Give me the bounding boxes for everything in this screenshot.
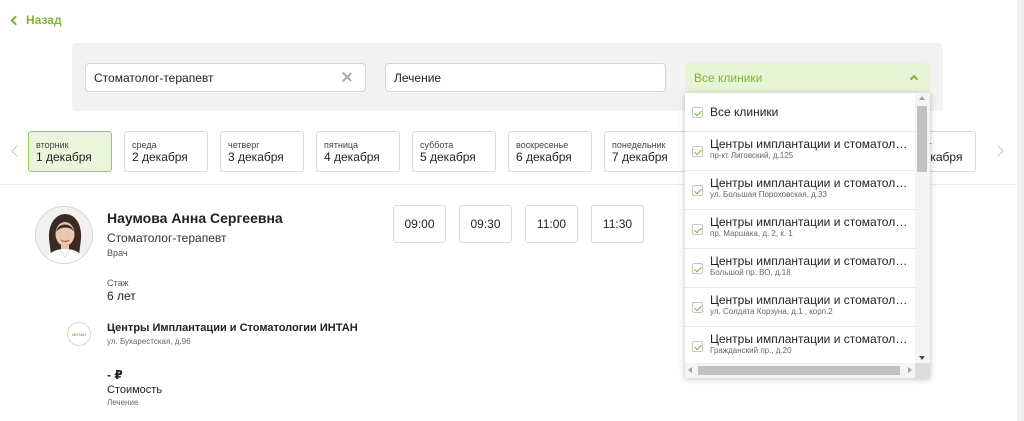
scroll-left-icon[interactable] — [688, 367, 692, 373]
clinic-option-name: Центры имплантации и стоматологии ИНТАН — [710, 215, 908, 229]
checkbox-checked-icon[interactable] — [692, 341, 703, 352]
day-tab[interactable]: четверг 3 декабря — [220, 131, 304, 172]
clinic-address: ул. Бухарестская, д.96 — [107, 337, 191, 346]
clinic-option-address: ул. Большая Пороховская, д.33 — [710, 190, 827, 199]
chevron-up-icon — [909, 74, 919, 84]
day-date: 2 декабря — [132, 150, 188, 164]
clinic-option[interactable]: Центры имплантации и стоматологии ИНТАНу… — [685, 171, 915, 210]
clinic-dropdown: Все клиники Центры имплантации и стомато… — [685, 93, 930, 378]
time-slot-button[interactable]: 09:00 — [393, 205, 446, 243]
clinic-select[interactable]: Все клиники — [685, 63, 930, 92]
clinic-option-address: пр-кт Лиговский, д.125 — [710, 151, 794, 160]
checkbox-checked-icon[interactable] — [692, 107, 703, 118]
price-value: - ₽ — [107, 368, 123, 382]
day-date: 6 декабря — [516, 150, 572, 164]
experience-label: Стаж — [107, 278, 129, 288]
clinic-option[interactable]: Центры имплантации и стоматологии ИНТАНБ… — [685, 249, 915, 288]
clinic-option-name: Центры имплантации и стоматологии ИНТАН — [710, 332, 908, 346]
scroll-right-icon[interactable] — [908, 367, 912, 373]
clinic-select-value: Все клиники — [694, 70, 763, 85]
days-prev-icon[interactable] — [11, 145, 23, 157]
scrollbar-corner — [915, 363, 930, 378]
clinic-option-label: Все клиники — [710, 105, 779, 119]
scroll-thumb[interactable] — [698, 366, 900, 375]
specialty-field[interactable]: Стоматолог-терапевт — [85, 63, 366, 92]
service-value: Лечение — [394, 70, 442, 85]
scroll-up-icon[interactable] — [919, 96, 925, 100]
day-weekday: воскресенье — [516, 140, 569, 150]
clinic-option-address: Гражданский пр., д.20 — [710, 346, 792, 355]
clinic-option[interactable]: Центры имплантации и стоматологии ИНТАНу… — [685, 288, 915, 327]
dropdown-vertical-scrollbar[interactable] — [915, 93, 930, 363]
day-tab[interactable]: понедельник 7 декабря — [604, 131, 688, 172]
clinic-option-all[interactable]: Все клиники — [685, 93, 915, 132]
price-service: Лечение — [107, 398, 139, 407]
day-tab[interactable]: воскресенье 6 декабря — [508, 131, 592, 172]
clinic-option-address: ул. Солдата Корзуна, д.1 , корп.2 — [710, 307, 833, 316]
checkbox-checked-icon[interactable] — [692, 224, 703, 235]
checkbox-checked-icon[interactable] — [692, 263, 703, 274]
checkbox-checked-icon[interactable] — [692, 185, 703, 196]
clinic-logo-text: ИНТАН — [72, 331, 86, 337]
doctor-name[interactable]: Наумова Анна Сергеевна — [107, 210, 283, 226]
chevron-left-icon — [10, 15, 21, 25]
day-date: 7 декабря — [612, 150, 668, 164]
clinic-logo: ИНТАН — [67, 322, 91, 346]
service-field[interactable]: Лечение — [385, 63, 666, 92]
doctor-role: Врач — [107, 248, 128, 258]
back-link[interactable]: Назад — [10, 13, 62, 27]
experience-value: 6 лет — [107, 289, 136, 303]
scroll-thumb[interactable] — [917, 106, 927, 172]
clinic-option[interactable]: Центры имплантации и стоматологии ИНТАНГ… — [685, 327, 915, 363]
time-slot-button[interactable]: 11:30 — [591, 205, 644, 243]
price-label: Стоимость — [107, 384, 163, 396]
checkbox-checked-icon[interactable] — [692, 302, 703, 313]
clear-icon[interactable] — [341, 71, 353, 83]
clinic-option-name: Центры имплантации и стоматологии ИНТАН — [710, 293, 908, 307]
day-date: 1 декабря — [36, 150, 92, 164]
checkbox-checked-icon[interactable] — [692, 146, 703, 157]
page-scrollbar[interactable] — [1017, 0, 1024, 421]
doctor-avatar — [35, 206, 93, 264]
day-weekday: понедельник — [612, 140, 666, 150]
day-tab[interactable]: суббота 5 декабря — [412, 131, 496, 172]
day-weekday: среда — [132, 140, 157, 150]
day-weekday: вторник — [36, 140, 69, 150]
specialty-value: Стоматолог-терапевт — [94, 70, 214, 85]
day-weekday: пятница — [324, 140, 359, 150]
doctor-specialty: Стоматолог-терапевт — [107, 231, 227, 245]
day-date: 4 декабря — [324, 150, 380, 164]
clinic-option-address: пр. Маршака, д. 2, к. 1 — [710, 229, 793, 238]
day-weekday: суббота — [420, 140, 454, 150]
scroll-down-icon[interactable] — [919, 356, 925, 360]
clinic-option-name: Центры имплантации и стоматологии ИНТАН — [710, 254, 908, 268]
day-weekday: четверг — [228, 140, 260, 150]
clinic-option-name: Центры имплантации и стоматологии ИНТАН — [710, 176, 908, 190]
day-tab[interactable]: среда 2 декабря — [124, 131, 208, 172]
back-label: Назад — [26, 13, 62, 27]
day-date: 3 декабря — [228, 150, 284, 164]
dropdown-horizontal-scrollbar[interactable] — [685, 363, 915, 378]
clinic-dropdown-list: Все клиники Центры имплантации и стомато… — [685, 93, 915, 363]
clinic-name: Центры Имплантации и Стоматологии ИНТАН — [107, 322, 358, 334]
days-next-icon[interactable] — [992, 145, 1004, 157]
clinic-option[interactable]: Центры имплантации и стоматологии ИНТАНп… — [685, 210, 915, 249]
day-date: 5 декабря — [420, 150, 476, 164]
time-slot-button[interactable]: 11:00 — [525, 205, 578, 243]
clinic-option-address: Большой пр. ВО, д.18 — [710, 268, 791, 277]
clinic-option[interactable]: Центры имплантации и стоматологии ИНТАНп… — [685, 132, 915, 171]
day-tab[interactable]: пятница 4 декабря — [316, 131, 400, 172]
clinic-option-name: Центры имплантации и стоматологии ИНТАН — [710, 137, 908, 151]
day-tab[interactable]: вторник 1 декабря — [28, 131, 112, 172]
time-slot-button[interactable]: 09:30 — [459, 205, 512, 243]
